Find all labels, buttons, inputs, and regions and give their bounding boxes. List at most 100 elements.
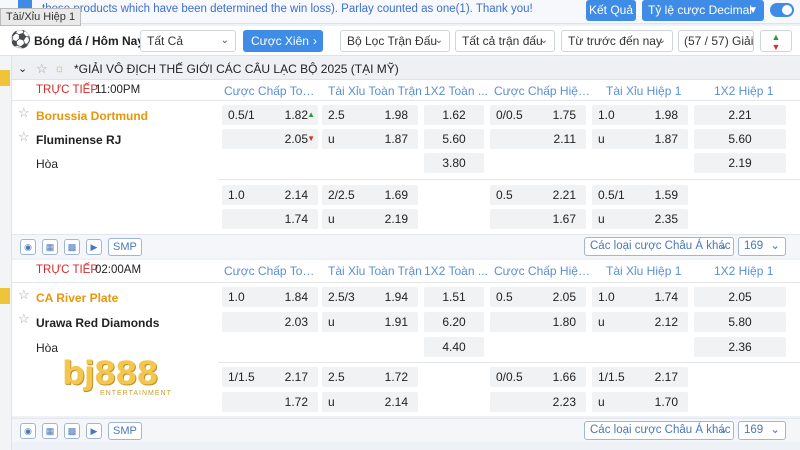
odds-cell-ou-under[interactable]: u 1.87 [322, 129, 418, 149]
odds-cell-h1ou-over[interactable]: 1/1.5 2.17 [592, 367, 688, 387]
odds-cell-h1x-home[interactable]: 2.21 [694, 105, 786, 125]
odds-value: 1.51 [442, 290, 466, 304]
live-tv-icon[interactable]: ▶ [86, 239, 102, 255]
odds-cell-h1-home[interactable]: 0.5 2.21 [490, 185, 586, 205]
market-select[interactable]: Tất Cả ⌄ [140, 30, 236, 52]
odds-format-select[interactable]: Tỷ lệ cược Decimal ▼ [642, 0, 764, 21]
ou-under-label: u [328, 212, 335, 226]
odds-cell-h1ou-over[interactable]: 1.0 1.74 [592, 287, 688, 307]
chevron-right-icon: › [313, 34, 317, 48]
odds-cell-ou-under[interactable]: u 2.14 [322, 392, 418, 412]
odds-cell-h1ou-under[interactable]: u 1.87 [592, 129, 688, 149]
odds-cell-ou-over[interactable]: 2.5/3 1.94 [322, 287, 418, 307]
odds-cell-1x2-draw[interactable]: 3.80 [424, 153, 484, 173]
away-team: Urawa Red Diamonds [36, 316, 160, 330]
odds-cell-h1-away[interactable]: 2.23 [490, 392, 586, 412]
odds-value: 2.03 [284, 315, 308, 329]
odds-value: 2.21 [728, 108, 752, 122]
odds-cell-ou-over[interactable]: 2/2.5 1.69 [322, 185, 418, 205]
odds-cell-hdp-home[interactable]: 1.0 2.14 [222, 185, 318, 205]
chevron-down-icon[interactable]: ⌄ [18, 62, 27, 75]
rail-marker [0, 70, 10, 86]
odds-cell-1x2-away[interactable]: 6.20 [424, 312, 484, 332]
smp-button[interactable]: SMP [108, 422, 142, 440]
more-markets-select[interactable]: 169 ⌄ [738, 421, 786, 440]
smp-button[interactable]: SMP [108, 238, 142, 256]
chevron-down-icon: ⌄ [539, 35, 548, 46]
odds-cell-h1x-draw[interactable]: 2.19 [694, 153, 786, 173]
odds-cell-hdp-away[interactable]: 2.03 [222, 312, 318, 332]
chart-icon[interactable]: ▩ [64, 423, 80, 439]
lineup-icon[interactable]: ▦ [42, 239, 58, 255]
odds-format-label: Tỷ lệ cược Decimal [648, 3, 752, 17]
match-footer: ◉ ▦ ▩ ▶ SMP Các loại cược Châu Á khác ⌄ … [12, 418, 800, 442]
ou-line: 2.5 [328, 370, 345, 384]
ou-under-label: u [598, 132, 605, 146]
odds-cell-h1-away[interactable]: 2.11 [490, 129, 586, 149]
odds-cell-h1x-home[interactable]: 2.05 [694, 287, 786, 307]
sport-label[interactable]: Bóng đá / Hôm Nay [34, 34, 144, 48]
all-matches-select[interactable]: Tất cả trận đấu ⌄ [455, 30, 555, 52]
odds-cell-h1ou-under[interactable]: u 2.35 [592, 209, 688, 229]
stats-icon[interactable]: ◉ [20, 423, 36, 439]
sort-select[interactable]: Từ trước đến nay ⌄ [561, 30, 673, 52]
odds-cell-hdp-home[interactable]: 0.5/1 1.82 ▲ [222, 105, 318, 125]
odds-cell-ou-over[interactable]: 2.5 1.72 [322, 367, 418, 387]
match-time: 02:00AM [95, 264, 142, 276]
odds-cell-h1ou-over[interactable]: 0.5/1 1.59 [592, 185, 688, 205]
odds-cell-h1x-away[interactable]: 5.80 [694, 312, 786, 332]
odds-cell-hdp-home[interactable]: 1.0 1.84 [222, 287, 318, 307]
odds-cell-hdp-away[interactable]: 1.72 [222, 392, 318, 412]
odds-cell-hdp-away[interactable]: 1.74 [222, 209, 318, 229]
ou-under-label: u [598, 395, 605, 409]
star-icon[interactable]: ☆ [18, 287, 30, 303]
odds-cell-1x2-home[interactable]: 1.51 [424, 287, 484, 307]
odds-cell-h1x-away[interactable]: 5.60 [694, 129, 786, 149]
star-icon[interactable]: ☆ [18, 129, 30, 145]
parlay-button[interactable]: Cược Xiên › [243, 30, 323, 52]
arrow-down-icon: ▼ [307, 134, 315, 143]
home-team: CA River Plate [36, 291, 119, 305]
league-count-button[interactable]: (57 / 57) Giải [678, 30, 754, 52]
odds-cell-1x2-home[interactable]: 1.62 [424, 105, 484, 125]
h1-line: 0/0.5 [496, 108, 523, 122]
odds-cell-ou-over[interactable]: 2.5 1.98 [322, 105, 418, 125]
draw-label: Hòa [36, 341, 59, 355]
odds-cell-1x2-away[interactable]: 5.60 [424, 129, 484, 149]
theme-toggle[interactable] [770, 3, 794, 17]
h1ou-line: 1/1.5 [598, 370, 625, 384]
odds-cell-h1-away[interactable]: 1.80 [490, 312, 586, 332]
star-icon[interactable]: ☆ [36, 61, 48, 77]
more-markets-select[interactable]: 169 ⌄ [738, 237, 786, 256]
odds-cell-h1ou-under[interactable]: u 2.12 [592, 312, 688, 332]
top-bar: Tài/Xỉu Hiệp 1 these products which have… [0, 0, 800, 26]
bet-types-select[interactable]: Các loại cược Châu Á khác ⌄ [584, 237, 734, 256]
col-header: 1X2 Hiệp 1 [714, 264, 774, 278]
odds-cell-h1ou-over[interactable]: 1.0 1.98 [592, 105, 688, 125]
match-filter-select[interactable]: Bộ Lọc Trận Đấu ⌄ [340, 30, 450, 52]
sort-arrows-button[interactable]: ▲ ▼ [760, 30, 792, 52]
chart-icon[interactable]: ▩ [64, 239, 80, 255]
col-header: Cược Chấp Hiệp 1 [494, 264, 590, 278]
odds-cell-hdp-away[interactable]: 2.05 ▼ [222, 129, 318, 149]
odds-cell-ou-under[interactable]: u 2.19 [322, 209, 418, 229]
odds-cell-ou-under[interactable]: u 1.91 [322, 312, 418, 332]
odds-cell-h1x-draw[interactable]: 2.36 [694, 337, 786, 357]
odds-cell-h1-home[interactable]: 0/0.5 1.75 [490, 105, 586, 125]
odds-cell-h1-home[interactable]: 0/0.5 1.66 [490, 367, 586, 387]
odds-cell-1x2-draw[interactable]: 4.40 [424, 337, 484, 357]
stats-icon[interactable]: ◉ [20, 239, 36, 255]
odds-value: 1.62 [442, 108, 466, 122]
odds-cell-hdp-home[interactable]: 1/1.5 2.17 [222, 367, 318, 387]
odds-value: 1.67 [552, 212, 576, 226]
odds-cell-h1-away[interactable]: 1.67 [490, 209, 586, 229]
star-icon[interactable]: ☆ [18, 311, 30, 327]
star-icon[interactable]: ☆ [18, 105, 30, 121]
bet-types-select[interactable]: Các loại cược Châu Á khác ⌄ [584, 421, 734, 440]
live-tv-icon[interactable]: ▶ [86, 423, 102, 439]
odds-cell-h1ou-under[interactable]: u 1.70 [592, 392, 688, 412]
league-header[interactable]: ⌄ ☆ ☼ *GIẢI VÔ ĐỊCH THẾ GIỚI CÁC CÂU LẠC… [12, 58, 800, 80]
odds-cell-h1-home[interactable]: 0.5 2.05 [490, 287, 586, 307]
result-button[interactable]: Kết Quả [586, 0, 636, 21]
lineup-icon[interactable]: ▦ [42, 423, 58, 439]
